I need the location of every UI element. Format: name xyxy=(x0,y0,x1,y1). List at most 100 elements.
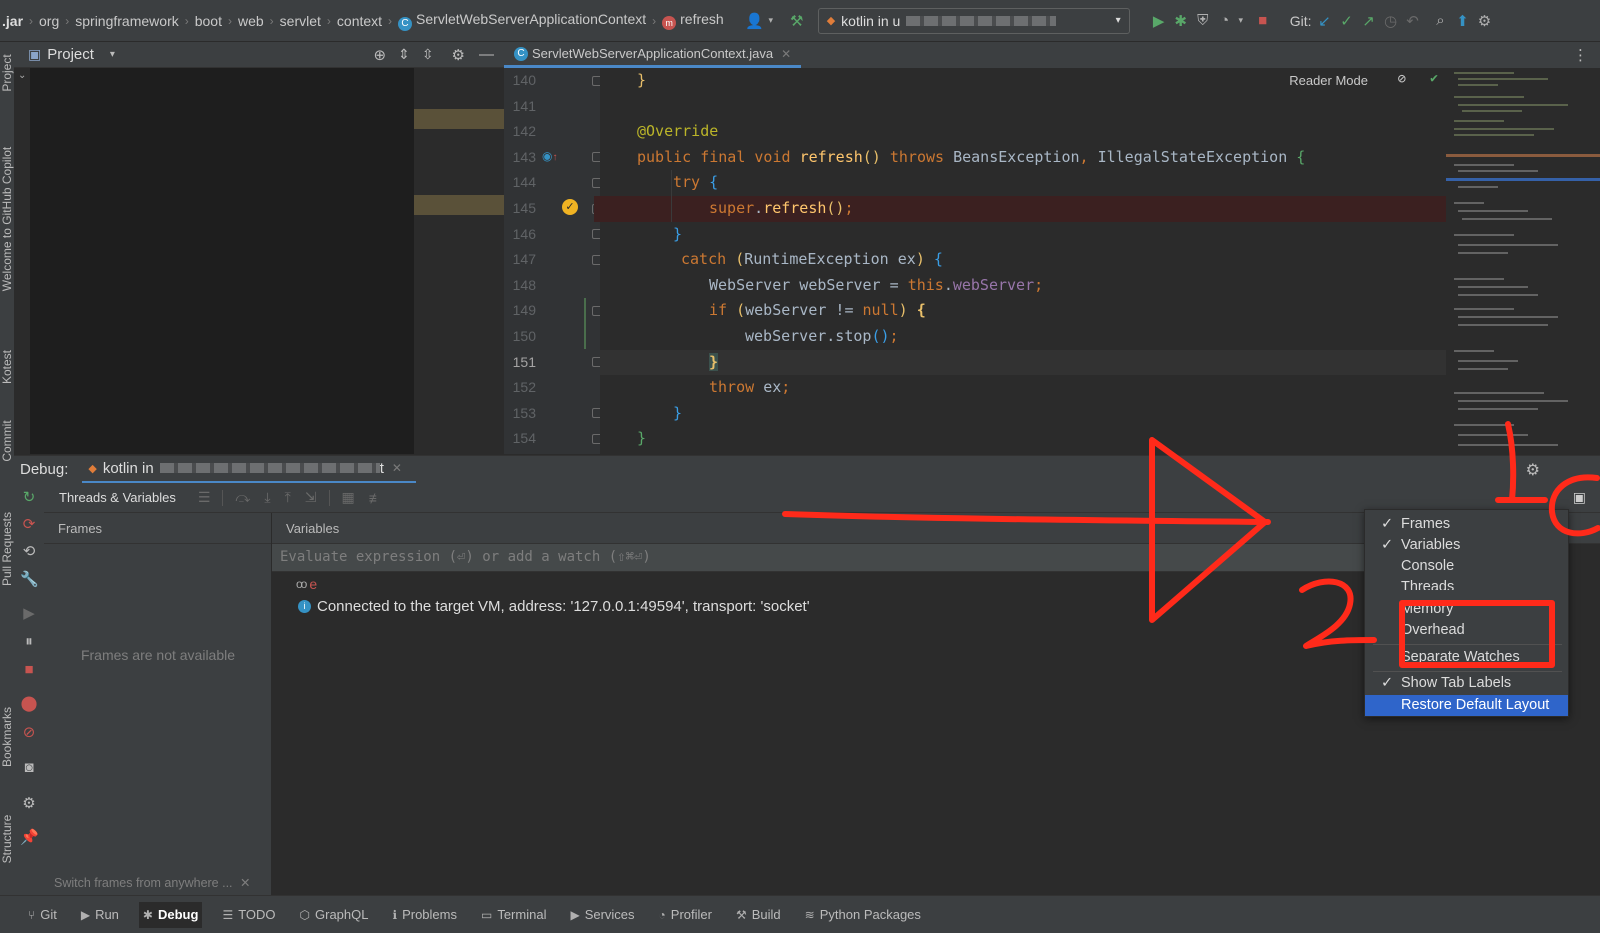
breadcrumb-org[interactable]: org xyxy=(37,13,61,29)
editor-tab[interactable]: C ServletWebServerApplicationContext.jav… xyxy=(504,42,802,68)
table-icon[interactable]: ▦ xyxy=(342,489,355,506)
close-icon[interactable]: ✕ xyxy=(781,47,791,61)
settings-icon[interactable]: ⚙ xyxy=(20,795,38,813)
resume-icon[interactable]: ▶ xyxy=(20,605,38,623)
breadcrumb-jar[interactable]: .jar xyxy=(0,13,25,29)
expand-all-icon[interactable]: ⇕ xyxy=(398,46,410,63)
more-options-icon[interactable]: ⋮ xyxy=(1573,46,1588,64)
tool-tab-git[interactable]: ⑂ Git xyxy=(24,902,61,928)
settings-icon[interactable]: ⚙ xyxy=(1473,12,1495,30)
breadcrumb-servlet[interactable]: servlet xyxy=(278,13,323,29)
run-icon[interactable]: ▶ xyxy=(1148,12,1170,30)
view-breakpoints-icon[interactable]: ⬤ xyxy=(20,695,38,713)
hide-icon[interactable]: ⊘ xyxy=(1398,71,1406,87)
breadcrumb-springframework[interactable]: springframework xyxy=(73,13,180,29)
tool-tab-services[interactable]: ▶ Services xyxy=(566,902,638,928)
collapse-all-icon[interactable]: ⇳ xyxy=(422,46,434,63)
git-push-icon[interactable]: ↗ xyxy=(1357,12,1379,30)
run-configuration-select[interactable]: ◆ kotlin in u ▾ xyxy=(817,7,1130,34)
project-panel-title[interactable]: Project xyxy=(47,46,94,63)
menu-item-threads[interactable]: Threads xyxy=(1365,577,1568,590)
menu-item-console[interactable]: Console xyxy=(1365,556,1568,577)
code-editor[interactable]: Reader Mode ⊘ ✔ } @Override public final… xyxy=(594,68,1446,454)
wrench-icon[interactable]: 🔧 xyxy=(20,571,39,589)
tool-tab-profiler[interactable]: ◔ Profiler xyxy=(655,902,716,928)
tool-tab-debug[interactable]: ✱ Debug xyxy=(138,901,203,928)
tool-tab-problems[interactable]: ℹ Problems xyxy=(389,902,461,928)
coverage-icon[interactable]: ⛨ xyxy=(1192,12,1214,29)
breadcrumb-method[interactable]: m refresh xyxy=(660,11,726,30)
menu-item-separate-watches[interactable]: Separate Watches xyxy=(1365,647,1568,668)
debug-session-tab[interactable]: ◆ kotlin in t ✕ xyxy=(82,456,417,484)
debug-settings-icon[interactable]: ⚙ xyxy=(1526,460,1540,480)
tool-window-project[interactable]: Project xyxy=(0,54,14,91)
close-icon[interactable]: ✕ xyxy=(240,876,250,890)
step-into-icon[interactable]: ⤓ xyxy=(264,489,270,506)
override-icon[interactable]: ◉↑ xyxy=(542,149,557,163)
chevron-down-icon[interactable]: ▾ xyxy=(1236,15,1246,26)
tool-tab-terminal[interactable]: ▭ Terminal xyxy=(477,902,550,928)
menu-item-memory[interactable]: Memory xyxy=(1365,599,1568,620)
hammer-icon[interactable]: ⚒ xyxy=(786,12,808,30)
pin-icon[interactable]: 📌 xyxy=(20,829,39,847)
profiler-icon[interactable]: ◔ xyxy=(1214,12,1236,29)
tool-window-bookmarks[interactable]: Bookmarks xyxy=(0,707,14,767)
tool-tab-run[interactable]: ▶ Run xyxy=(77,902,123,928)
chevron-down-icon[interactable]: ▾ xyxy=(110,49,115,60)
stop-icon[interactable]: ■ xyxy=(20,661,38,679)
git-commit-icon[interactable]: ✓ xyxy=(1335,12,1357,30)
tool-window-structure[interactable]: Structure xyxy=(0,815,14,864)
trace-icon[interactable]: ≢ xyxy=(369,490,383,506)
close-icon[interactable]: ✕ xyxy=(392,461,402,475)
menu-item-restore-default-layout[interactable]: Restore Default Layout xyxy=(1365,695,1568,716)
mute-breakpoints-icon[interactable]: ⊘ xyxy=(20,724,38,742)
menu-item-frames[interactable]: ✓ Frames xyxy=(1365,514,1568,535)
tool-window-kotest[interactable]: Kotest xyxy=(0,350,14,384)
breadcrumb-boot[interactable]: boot xyxy=(193,13,224,29)
breadcrumb-web[interactable]: web xyxy=(236,13,266,29)
layout-options-icon[interactable]: ▣ xyxy=(1573,489,1586,506)
list-icon[interactable]: ☰ xyxy=(198,489,211,506)
chevron-down-icon[interactable]: ▾ xyxy=(766,15,776,26)
step-out-icon[interactable]: ⤒ xyxy=(285,489,291,506)
breadcrumb-class[interactable]: C ServletWebServerApplicationContext xyxy=(396,11,648,31)
step-over-icon[interactable]: ⤼ xyxy=(235,489,250,506)
camera-icon[interactable]: ◙ xyxy=(20,759,38,777)
evaluate-expression-input[interactable]: Evaluate expression (⏎) or add a watch (… xyxy=(272,544,1364,572)
tool-tab-graphql[interactable]: ⬡ GraphQL xyxy=(296,902,373,928)
history-icon[interactable]: ◷ xyxy=(1379,12,1401,30)
tool-tab-build[interactable]: ⚒ Build xyxy=(732,902,785,928)
tool-window-commit[interactable]: Commit xyxy=(0,420,14,461)
user-icon[interactable]: 👤 xyxy=(744,12,766,30)
debug-icon[interactable]: ✱ xyxy=(1170,12,1192,30)
rerun-failed-icon[interactable]: ⟳ xyxy=(20,516,38,534)
rollback-icon[interactable]: ↶ xyxy=(1401,12,1423,30)
inspection-ok-icon[interactable]: ✔ xyxy=(1430,71,1438,86)
breadcrumb-context[interactable]: context xyxy=(335,13,384,29)
tool-window-pull-requests[interactable]: Pull Requests xyxy=(0,512,14,586)
minimize-icon[interactable]: — xyxy=(479,46,494,63)
git-update-icon[interactable]: ↙ xyxy=(1313,12,1335,30)
menu-item-overhead[interactable]: Overhead xyxy=(1365,620,1568,641)
rerun-icon[interactable]: ↻ xyxy=(20,489,38,507)
variable-row[interactable]: oo e xyxy=(296,576,317,592)
locate-icon[interactable]: ⊕ xyxy=(374,46,387,64)
tool-tab-todo[interactable]: ☰ TODO xyxy=(218,902,279,928)
tab-threads-variables[interactable]: Threads & Variables xyxy=(59,490,176,505)
tool-tab-python-packages[interactable]: ≋ Python Packages xyxy=(801,902,925,928)
search-icon[interactable]: ⌕ xyxy=(1429,12,1451,29)
pause-icon[interactable]: ⏸ xyxy=(20,633,38,651)
update-icon[interactable]: ⬆ xyxy=(1451,12,1473,30)
gear-icon[interactable]: ⚙ xyxy=(452,46,465,64)
menu-item-show-tab-labels[interactable]: ✓ Show Tab Labels xyxy=(1365,673,1568,694)
menu-item-variables[interactable]: ✓ Variables xyxy=(1365,535,1568,556)
reader-mode-toggle[interactable]: Reader Mode xyxy=(1289,73,1368,88)
code-minimap[interactable] xyxy=(1446,68,1600,454)
restart-icon[interactable]: ⟲ xyxy=(20,543,38,561)
tool-window-copilot[interactable]: Welcome to GitHub Copilot xyxy=(0,147,14,292)
project-tree[interactable] xyxy=(30,68,414,454)
run-to-cursor-icon[interactable]: ⇲ xyxy=(305,489,317,506)
execution-point-icon[interactable]: ✓ xyxy=(562,199,578,215)
project-tree-chevron[interactable]: ⌄ xyxy=(18,70,26,81)
stop-icon[interactable]: ■ xyxy=(1252,12,1274,29)
